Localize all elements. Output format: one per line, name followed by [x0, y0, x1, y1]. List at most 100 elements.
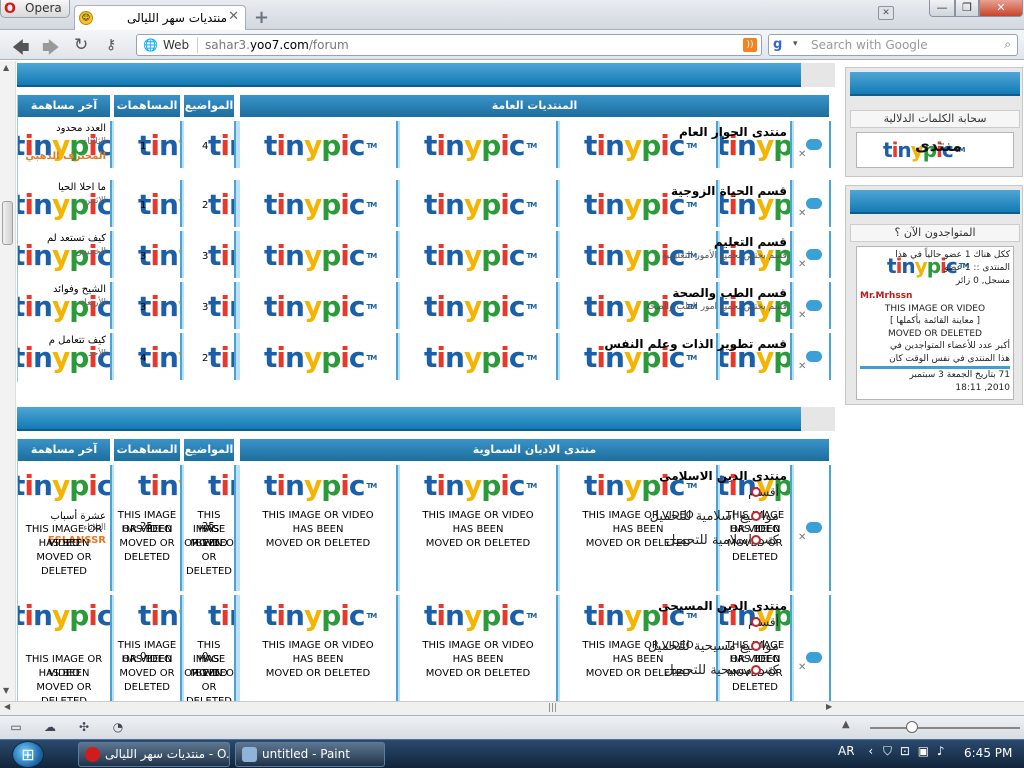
- subforum-target-icon: [751, 535, 761, 545]
- last-post-cell[interactable]: tinypicTMعشرة أسبابالثلاثاءESLANSSRTHIS …: [18, 465, 112, 591]
- speed-dial-icon[interactable]: ◔: [110, 720, 126, 734]
- security-shield-icon[interactable]: ⛉: [883, 744, 892, 758]
- tinypic-placeholder: tinypicTM: [138, 469, 180, 502]
- last-post-cell[interactable]: tinypicTMTHIS IMAGE OR VIDEOHAS BEENMOVE…: [18, 595, 112, 701]
- panel-toggle-icon[interactable]: ▭: [8, 720, 24, 734]
- last-post-title[interactable]: ما احلا الحيا: [58, 182, 106, 193]
- subforum-target-icon: [751, 641, 761, 651]
- last-post-title[interactable]: الشيح وفوائد: [53, 284, 106, 295]
- volume-icon[interactable]: ♪: [937, 744, 945, 758]
- horizontal-scroll-thumb[interactable]: |||: [548, 703, 557, 713]
- broken-image-icon: ✕: [798, 309, 807, 321]
- google-icon[interactable]: g: [773, 37, 782, 52]
- banner-cell: tinypic TM: [400, 180, 558, 227]
- tinypic-placeholder: tinypicTM: [264, 469, 377, 502]
- banner-cell: tinypic TM: [240, 333, 398, 380]
- turbo-icon[interactable]: ✣: [76, 720, 92, 734]
- banner-cell: tinypic TM: [240, 121, 398, 168]
- forum-status-cell: ✕: [794, 231, 831, 278]
- forum-title-link[interactable]: منتدى الدين المسيحى: [658, 599, 787, 613]
- forum-title-link[interactable]: قسم الحياة الزوجية: [671, 184, 787, 198]
- last-post-title[interactable]: العدد محدود: [56, 123, 106, 134]
- address-field[interactable]: 🌐 Web sahar3.yoo7.com/forum )): [136, 34, 762, 56]
- forum-title-link[interactable]: منتدى الحوار العام: [679, 125, 787, 139]
- search-engine-dropdown-icon[interactable]: ▾: [793, 39, 798, 49]
- forum-title-link[interactable]: منتدى الدين الاسلامى: [659, 469, 787, 483]
- last-post-cell[interactable]: tinypicTMالشيح وفوائدالأربعاء: [18, 282, 112, 329]
- last-post-cell[interactable]: tinypicTMكيف تتعامل مالأحد: [18, 333, 112, 380]
- tray-expand-icon[interactable]: ‹: [868, 744, 873, 758]
- reload-icon[interactable]: ↻: [74, 35, 88, 55]
- last-post-cell[interactable]: tinypicTMما احلا الحياالاثنين: [18, 180, 112, 227]
- horizontal-scrollbar[interactable]: ◀ ||| ▶: [0, 701, 1024, 715]
- scroll-left-icon[interactable]: ◀: [4, 702, 10, 711]
- tag-link[interactable]: منتدى: [915, 136, 962, 155]
- last-post-author[interactable]: المحترف الذهبي: [25, 151, 106, 162]
- record-line-2: هذا المنتدى في نفس الوقت كان: [889, 354, 1010, 364]
- last-post-title[interactable]: كيف تستعد لم: [47, 233, 106, 244]
- address-separator: [197, 37, 198, 53]
- taskbar-opera-label: منتديات سهر الليالى - O...: [105, 747, 230, 761]
- minimize-button[interactable]: —: [929, 0, 955, 17]
- forum-title-link[interactable]: قسم الطب والصحة: [672, 286, 787, 300]
- tab-close-icon[interactable]: ✕: [228, 9, 239, 24]
- language-indicator[interactable]: AR: [838, 744, 855, 758]
- monitor-icon[interactable]: ▣: [918, 744, 929, 758]
- taskbar-opera-button[interactable]: منتديات سهر الليالى - O...: [78, 742, 230, 767]
- back-icon[interactable]: 🡄: [12, 35, 30, 64]
- new-tab-icon[interactable]: +: [254, 7, 269, 28]
- search-field[interactable]: g ▾ Search with Google ⌕: [768, 34, 1018, 56]
- posts-count-cell: tinypicTM25THIS IMAGE OR VIDEOHAS BEENMO…: [114, 465, 182, 591]
- forum-title-link[interactable]: قسم التعليم: [714, 235, 787, 249]
- moved-text-line: MOVED OR DELETED: [265, 668, 371, 679]
- subforum-link[interactable]: كتب اسلامية للتحميل: [666, 533, 779, 548]
- topics-count-cell: tinypicTM25THIS IMAGE OR VIDEOHAS BEENMO…: [184, 465, 236, 591]
- online-member[interactable]: Mr.Mrhssn: [860, 290, 1010, 303]
- url-subdomain: sahar3.: [205, 38, 250, 52]
- network-icon[interactable]: ⊡: [900, 744, 910, 758]
- forum-title-link[interactable]: قسم تطوير الذات وعلم النفس: [604, 337, 787, 351]
- subforum-target-icon: [751, 665, 761, 675]
- last-post-cell[interactable]: tinypicTMكيف تستعد لمالخميس: [18, 231, 112, 278]
- wand-key-icon[interactable]: ⚷: [106, 37, 116, 53]
- zoom-slider-thumb[interactable]: [906, 721, 918, 733]
- forum-status-cell: ✕: [794, 282, 831, 329]
- scroll-up-icon[interactable]: ▲: [3, 63, 9, 72]
- forward-icon[interactable]: 🡆: [42, 35, 60, 64]
- subforum-link[interactable]: كتب مسيحية للتحميل: [664, 663, 779, 678]
- last-post-title[interactable]: كيف تتعامل م: [49, 335, 106, 346]
- address-url[interactable]: sahar3.yoo7.com/forum: [205, 38, 349, 52]
- tinypic-placeholder: tinypicTM: [208, 469, 234, 502]
- last-post-title[interactable]: عشرة أسباب: [51, 511, 106, 522]
- search-icon[interactable]: ⌕: [1004, 37, 1011, 52]
- url-path: /forum: [308, 38, 349, 52]
- closed-tabs-icon[interactable]: ✕: [878, 6, 894, 20]
- scroll-right-icon[interactable]: ▶: [826, 702, 832, 711]
- moved-text-line: MOVED OR DELETED: [36, 682, 92, 701]
- clock[interactable]: 6:45 PM: [964, 746, 1012, 760]
- maximize-button[interactable]: ❐: [955, 0, 979, 17]
- tag-cloud-box: سحابة الكلمات الدلالية tinypic TM منتدى: [845, 67, 1023, 177]
- last-post-cell[interactable]: tinypicTMالعدد محدودالثلاثاءالمحترف الذه…: [18, 121, 112, 168]
- window-close-button[interactable]: ✕: [979, 0, 1023, 17]
- view-full-list-link[interactable]: [ معاينة القائمة بأكملها ]: [860, 315, 1010, 328]
- vertical-scrollbar[interactable]: ▲ ▼: [0, 61, 16, 701]
- forum-description: قسم يختص بجميع الأمور التعليمية: [661, 251, 787, 261]
- opera-menu-button[interactable]: O Opera: [0, 0, 70, 18]
- header-last: آخر مساهمة: [18, 439, 112, 461]
- last-post-date: الاثنين: [83, 196, 106, 206]
- moved-text-line: HAS BEEN: [121, 654, 173, 665]
- unite-icon[interactable]: ☁: [42, 720, 58, 734]
- zoom-icon[interactable]: ▲: [842, 719, 850, 730]
- scroll-down-icon[interactable]: ▼: [3, 686, 9, 695]
- posts-count: 3: [140, 251, 147, 262]
- rss-feed-icon[interactable]: )): [743, 38, 757, 52]
- category-bar: [17, 407, 801, 431]
- taskbar-paint-button[interactable]: untitled - Paint: [235, 742, 385, 767]
- start-button[interactable]: ⊞: [12, 741, 44, 768]
- zoom-slider-track[interactable]: [870, 727, 1020, 729]
- tab-forum[interactable]: ☺ منتديات سهر الليالى ✕: [74, 5, 246, 30]
- vertical-scroll-thumb[interactable]: [2, 201, 13, 245]
- forum-description: قسم يختص بجميع امور الطب والصحة: [645, 302, 787, 312]
- tinypic-placeholder: tinypicTM: [208, 188, 234, 221]
